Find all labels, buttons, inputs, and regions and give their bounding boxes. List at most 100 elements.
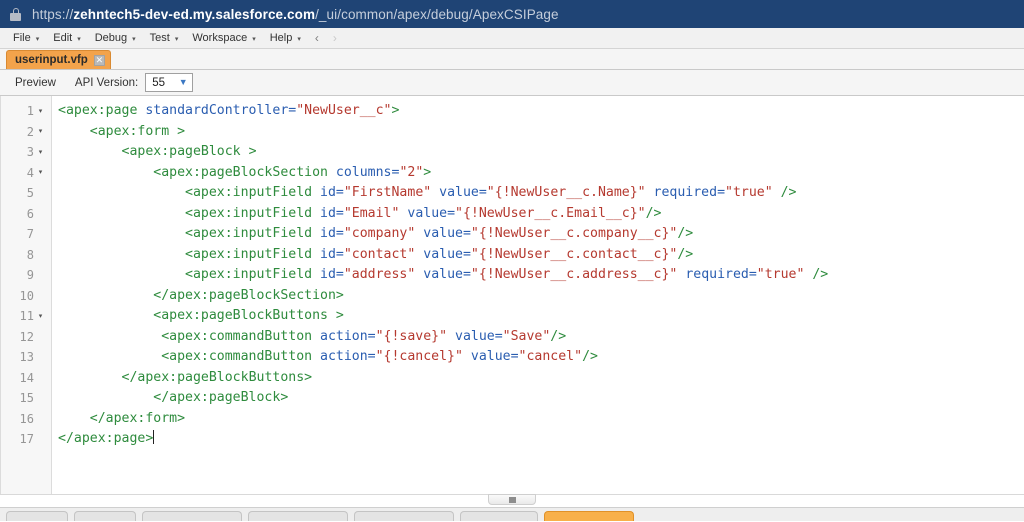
code-token-tag: <apex:inputField — [185, 185, 320, 200]
line-number: 5 — [16, 186, 34, 200]
code-indent — [58, 267, 185, 282]
code-line: </apex:pageBlockSection> — [58, 286, 1024, 307]
chevron-down-icon: ▼ — [174, 78, 192, 87]
code-token-str: "{!NewUser__c.Email__c}" — [455, 206, 646, 221]
code-token-str: "Email" — [344, 206, 400, 221]
code-token-tag: <apex:pageBlock > — [122, 144, 257, 159]
code-token-str: "{!NewUser__c.contact__c}" — [471, 247, 677, 262]
code-token-str: "FirstName" — [344, 185, 431, 200]
code-token-attr: id= — [320, 206, 344, 221]
code-token-attr: action= — [320, 349, 376, 364]
api-version-label: API Version: — [75, 77, 138, 89]
url-path: /_ui/common/apex/debug/ApexCSIPage — [315, 7, 559, 22]
code-token-attr: value= — [423, 226, 471, 241]
code-token-attr: required= — [654, 185, 725, 200]
code-token-tag: </apex:pageBlockButtons> — [122, 370, 313, 385]
grip-icon — [509, 497, 516, 503]
api-version-select[interactable]: 55 ▼ — [145, 73, 193, 92]
code-token-tag: <apex:pageBlockButtons > — [153, 308, 344, 323]
gutter-line: 4▾ — [1, 163, 51, 184]
dock-tab[interactable] — [354, 511, 454, 521]
code-token-attr: id= — [320, 185, 344, 200]
code-token-tag: /> — [677, 247, 693, 262]
line-number: 13 — [16, 350, 34, 364]
menu-item-test[interactable]: Test▾ — [143, 28, 186, 48]
code-token-tag: /> — [804, 267, 828, 282]
code-token-tag: /> — [773, 185, 797, 200]
fold-toggle-icon[interactable]: ▾ — [34, 169, 47, 176]
code-token-tag: </apex:form> — [90, 411, 185, 426]
gutter-line: 3▾ — [1, 142, 51, 163]
dock-tab[interactable] — [6, 511, 68, 521]
code-token-attr: id= — [320, 226, 344, 241]
nav-prev-button[interactable]: ‹ — [308, 31, 326, 45]
dock-tab[interactable] — [248, 511, 348, 521]
file-tab[interactable]: userinput.vfp✕ — [6, 50, 111, 69]
code-token-tag: <apex:page — [58, 103, 145, 118]
code-content[interactable]: <apex:page standardController="NewUser__… — [52, 96, 1024, 494]
code-indent — [58, 370, 122, 385]
fold-toggle-icon[interactable]: ▾ — [34, 108, 47, 115]
menu-item-file[interactable]: File▾ — [6, 28, 46, 48]
url-scheme: https:// — [32, 7, 73, 22]
dock-tab[interactable] — [142, 511, 242, 521]
splitter-handle[interactable] — [488, 494, 536, 505]
line-number: 7 — [16, 227, 34, 241]
dock-tab[interactable] — [544, 511, 634, 521]
code-token-tag: /> — [646, 206, 662, 221]
dock-tab[interactable] — [74, 511, 136, 521]
code-token-str: "{!save}" — [376, 329, 447, 344]
code-line: <apex:page standardController="NewUser__… — [58, 101, 1024, 122]
code-token-tag: > — [391, 103, 399, 118]
menu-item-label: Help — [270, 32, 293, 44]
bottom-tab-dock — [0, 507, 1024, 521]
code-token-str: "NewUser__c" — [296, 103, 391, 118]
preview-button[interactable]: Preview — [6, 73, 65, 93]
dock-tab[interactable] — [460, 511, 538, 521]
code-line: <apex:inputField id="address" value="{!N… — [58, 265, 1024, 286]
code-token-attr: value= — [439, 185, 487, 200]
menu-item-edit[interactable]: Edit▾ — [46, 28, 87, 48]
code-line: <apex:pageBlock > — [58, 142, 1024, 163]
code-editor[interactable]: 1▾2▾3▾4▾5▾6▾7▾8▾9▾10▾11▾12▾13▾14▾15▾16▾1… — [0, 96, 1024, 494]
menu-item-workspace[interactable]: Workspace▾ — [185, 28, 262, 48]
gutter-line: 5▾ — [1, 183, 51, 204]
code-line: <apex:commandButton action="{!cancel}" v… — [58, 347, 1024, 368]
editor-toolbar: Preview API Version: 55 ▼ — [0, 70, 1024, 96]
menu-item-debug[interactable]: Debug▾ — [88, 28, 143, 48]
code-token-plain — [447, 329, 455, 344]
code-token-attr: standardController= — [145, 103, 296, 118]
menu-item-help[interactable]: Help ▾ — [263, 28, 308, 48]
fold-toggle-icon[interactable]: ▾ — [34, 313, 47, 320]
url-text: https://zehntech5-dev-ed.my.salesforce.c… — [32, 7, 559, 22]
code-indent — [58, 185, 185, 200]
fold-toggle-icon[interactable]: ▾ — [34, 128, 47, 135]
browser-url-bar[interactable]: https://zehntech5-dev-ed.my.salesforce.c… — [0, 0, 1024, 28]
line-number: 1 — [16, 104, 34, 118]
code-token-attr: value= — [407, 206, 455, 221]
code-line: <apex:form > — [58, 122, 1024, 143]
code-token-attr: columns= — [336, 165, 400, 180]
menu-item-label: Workspace — [192, 32, 247, 44]
gutter-line: 13▾ — [1, 347, 51, 368]
code-token-attr: value= — [471, 349, 519, 364]
code-token-tag: </apex:pageBlock> — [153, 390, 288, 405]
line-number: 2 — [16, 125, 34, 139]
code-token-tag: <apex:inputField — [185, 226, 320, 241]
gutter-line: 1▾ — [1, 101, 51, 122]
nav-next-button[interactable]: › — [326, 31, 344, 45]
code-line: </apex:pageBlockButtons> — [58, 368, 1024, 389]
chevron-down-icon: ▾ — [297, 36, 301, 43]
code-line: </apex:pageBlock> — [58, 388, 1024, 409]
api-version-value: 55 — [146, 77, 171, 89]
code-token-plain — [463, 349, 471, 364]
gutter-line: 12▾ — [1, 327, 51, 348]
code-token-attr: action= — [320, 329, 376, 344]
panel-splitter[interactable] — [0, 494, 1024, 507]
code-token-str: "{!NewUser__c.address__c}" — [471, 267, 677, 282]
code-token-tag: > — [423, 165, 431, 180]
fold-toggle-icon[interactable]: ▾ — [34, 149, 47, 156]
code-line: <apex:pageBlockButtons > — [58, 306, 1024, 327]
close-icon[interactable]: ✕ — [94, 55, 105, 66]
gutter-line: 7▾ — [1, 224, 51, 245]
